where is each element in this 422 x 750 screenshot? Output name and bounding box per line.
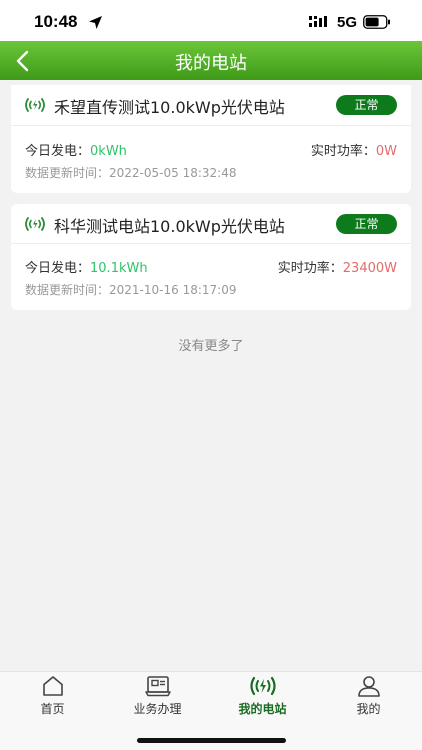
tab-home[interactable]: 首页 [0, 672, 105, 720]
location-arrow-icon [89, 16, 102, 29]
network-type: 5G [337, 14, 358, 31]
station-name: 科华测试电站10.0kWp光伏电站 [54, 217, 285, 236]
station-icon [249, 676, 276, 696]
realtime-power-value: 23400W [342, 261, 397, 276]
tab-label: 我的 [356, 702, 381, 716]
station-card[interactable]: 禾望直传测试10.0kWp光伏电站 正常 今日发电：0kWh 实时功率：0W 数… [11, 85, 411, 193]
station-card-header: 禾望直传测试10.0kWp光伏电站 正常 [11, 85, 411, 126]
tab-label: 业务办理 [133, 702, 182, 716]
home-icon [42, 676, 63, 696]
update-time-value: 2021-10-16 18:17:09 [109, 283, 237, 297]
today-generation-value: 0kWh [90, 144, 127, 159]
today-generation-label: 今日发电： [25, 261, 91, 276]
today-generation: 今日发电：0kWh [25, 140, 127, 159]
status-badge: 正常 [336, 214, 397, 234]
today-generation: 今日发电：10.1kWh [25, 257, 148, 276]
update-time: 数据更新时间：2021-10-16 18:17:09 [25, 281, 236, 298]
update-time: 数据更新时间：2022-05-05 18:32:48 [25, 164, 236, 181]
status-time: 10:48 [34, 12, 78, 31]
tab-business[interactable]: 业务办理 [105, 672, 210, 720]
battery-icon [363, 15, 390, 29]
status-badge: 正常 [336, 95, 397, 115]
realtime-power-value: 0W [375, 144, 397, 159]
page-title: 我的电站 [175, 53, 247, 74]
update-time-value: 2022-05-05 18:32:48 [109, 166, 237, 180]
tab-label: 首页 [40, 702, 65, 716]
nav-bar: 我的电站 [0, 41, 422, 80]
status-bar: 10:48 5G [0, 0, 422, 44]
tab-mine[interactable]: 我的 [316, 672, 421, 720]
realtime-power-label: 实时功率： [310, 144, 376, 159]
update-time-label: 数据更新时间： [25, 166, 110, 180]
station-card-header: 科华测试电站10.0kWp光伏电站 正常 [11, 204, 411, 244]
realtime-power: 实时功率：0W [311, 140, 397, 159]
station-card[interactable]: 科华测试电站10.0kWp光伏电站 正常 今日发电：10.1kWh 实时功率：2… [11, 204, 411, 310]
station-signal-icon [25, 98, 45, 112]
list-end-message: 没有更多了 [178, 339, 244, 354]
station-name: 禾望直传测试10.0kWp光伏电站 [54, 98, 285, 117]
tab-label: 我的电站 [238, 702, 287, 716]
update-time-label: 数据更新时间： [25, 283, 110, 297]
today-generation-label: 今日发电： [25, 144, 91, 159]
today-generation-value: 10.1kWh [90, 261, 148, 276]
business-icon [144, 676, 171, 697]
user-icon [357, 676, 380, 697]
home-indicator [137, 738, 286, 743]
station-signal-icon [25, 217, 45, 231]
realtime-power: 实时功率：23400W [278, 257, 397, 276]
cellular-signal-icon [309, 16, 327, 27]
tab-my-station[interactable]: 我的电站 [210, 672, 315, 720]
realtime-power-label: 实时功率： [277, 261, 343, 276]
